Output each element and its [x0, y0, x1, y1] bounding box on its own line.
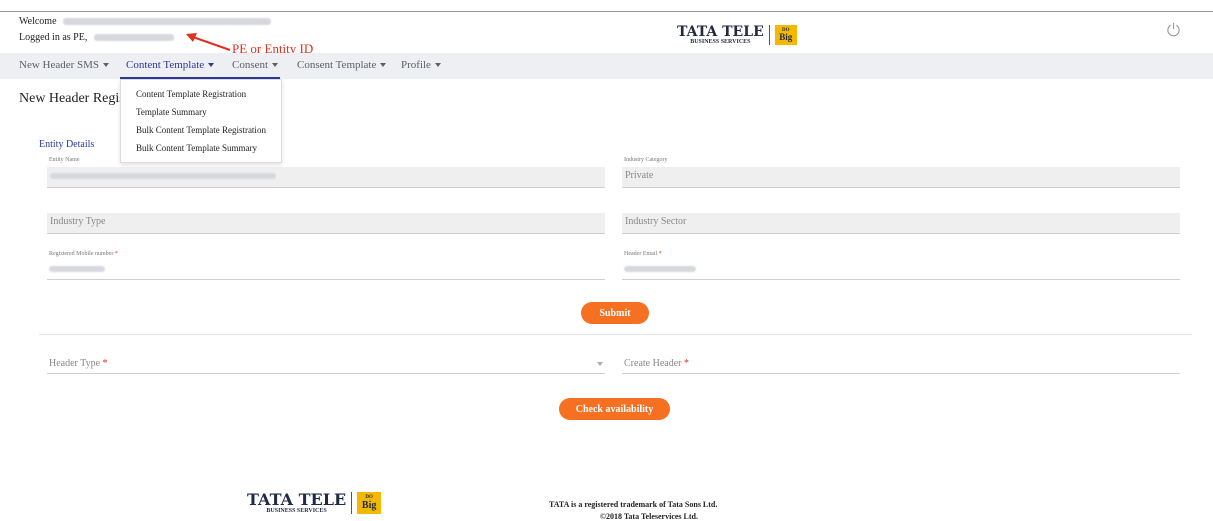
caret-down-icon: [272, 63, 279, 68]
power-icon[interactable]: [1166, 22, 1181, 37]
nav-consent[interactable]: Consent: [232, 59, 279, 71]
footer-logo-badge: DO Big: [357, 492, 382, 514]
email-redacted-value: [624, 266, 696, 272]
annotation-arrow: [186, 33, 231, 51]
industry-category-value: Private: [625, 170, 654, 181]
mobile-redacted-value: [49, 266, 105, 272]
create-header-label: Create Header: [624, 358, 682, 369]
industry-sector-field: Industry Sector: [622, 213, 1180, 234]
entity-name-label: Entity Name: [49, 157, 80, 163]
industry-type-value: Industry Type: [50, 216, 106, 227]
mobile-field-underline: [47, 279, 605, 280]
caret-down-icon: [434, 63, 441, 68]
industry-type-field: Industry Type: [47, 213, 605, 234]
industry-sector-value: Industry Sector: [625, 216, 687, 227]
footer-badge-bottom: Big: [361, 499, 377, 511]
nav-label: Consent Template: [297, 59, 377, 71]
menu-item-bulk-content-template-summary[interactable]: Bulk Content Template Summary: [136, 143, 257, 153]
nav-profile[interactable]: Profile: [401, 59, 441, 71]
nav-new-header-sms[interactable]: New Header SMS: [19, 59, 110, 71]
nav-label: New Header SMS: [19, 59, 100, 71]
email-field-underline: [622, 279, 1180, 280]
entity-name-field: [47, 167, 605, 188]
entity-name-redacted-value: [50, 173, 276, 179]
menu-item-bulk-content-template-registration[interactable]: Bulk Content Template Registration: [136, 125, 266, 135]
nav-label: Content Template: [126, 59, 205, 71]
brand-logo: TATA TELE BUSINESS SERVICES DO Big: [677, 24, 797, 46]
submit-button[interactable]: Submit: [581, 302, 649, 324]
industry-category-label: Industry Category: [624, 157, 668, 163]
email-label-text: Header Email: [624, 251, 658, 257]
caret-down-icon: [208, 63, 215, 68]
logo-tagline: BUSINESS SERVICES: [690, 39, 751, 45]
header-type-underline: [47, 373, 605, 374]
logo-badge-bottom: Big: [779, 32, 793, 43]
footer-logo: TATA TELE BUSINESS SERVICES DO Big: [247, 490, 382, 515]
header-type-select[interactable]: Header Type *: [49, 358, 108, 369]
page-title: New Header Registr: [19, 91, 134, 106]
nav-content-template[interactable]: Content Template: [126, 59, 215, 71]
nav-consent-template[interactable]: Consent Template: [297, 59, 387, 71]
nav-label: Profile: [401, 59, 431, 71]
footer-logo-name: TATA TELE: [247, 490, 347, 509]
check-availability-button[interactable]: Check availability: [559, 398, 670, 420]
logo-name: TATA TELE: [677, 24, 764, 40]
logo-badge: DO Big: [774, 25, 797, 45]
email-label: Header Email *: [624, 251, 662, 257]
header-type-label: Header Type: [49, 358, 101, 369]
mobile-label-text: Registered Mobile number: [49, 251, 114, 257]
industry-category-field: Private: [622, 167, 1180, 188]
content-template-dropdown: Content Template Registration Template S…: [120, 79, 282, 163]
caret-down-icon: [380, 63, 387, 68]
nav-label: Consent: [232, 59, 269, 71]
create-header-underline: [622, 373, 1180, 374]
menu-item-template-summary[interactable]: Template Summary: [136, 107, 207, 117]
mobile-label: Registered Mobile number *: [49, 251, 118, 257]
create-header-input[interactable]: Create Header *: [624, 358, 689, 369]
section-title: Entity Details: [39, 139, 95, 150]
menu-item-content-template-registration[interactable]: Content Template Registration: [136, 89, 246, 99]
caret-down-icon: [103, 63, 110, 68]
chevron-down-icon[interactable]: [597, 362, 603, 366]
footer-trademark: TATA is a registered trademark of Tata S…: [549, 500, 718, 509]
section-divider: [39, 334, 1192, 335]
